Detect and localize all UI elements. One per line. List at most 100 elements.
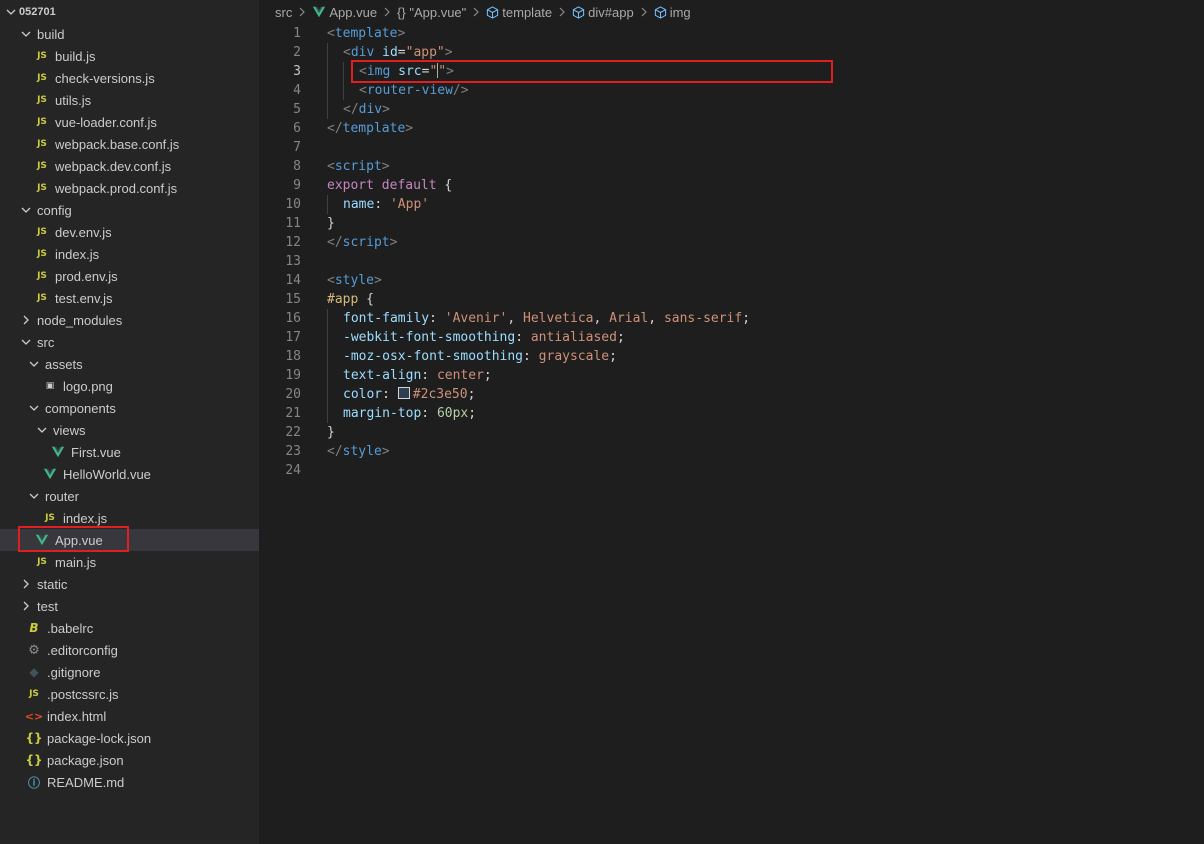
chevron-right-icon [639,7,649,17]
code-token: /> [452,83,469,98]
tree-item-label: .editorconfig [47,642,118,658]
code-token: color [343,387,383,402]
code-line[interactable]: 13 [260,252,1204,271]
folder-item[interactable]: static [0,573,259,595]
folder-item[interactable]: config [0,199,259,221]
code-line[interactable]: 21 margin-top: 60px; [260,404,1204,423]
code-line[interactable]: 14 <style> [260,271,1204,290]
line-number: 23 [285,444,301,459]
file-item[interactable]: ⓘ README.md [0,771,259,793]
folder-item[interactable]: components [0,397,259,419]
code-text: <img src=""> [359,62,454,81]
file-item[interactable]: {} package.json [0,749,259,771]
js-file-icon: JS [29,689,39,699]
code-line[interactable]: 9 export default { [260,176,1204,195]
code-line[interactable]: 15 #app { [260,290,1204,309]
file-item[interactable]: JS build.js [0,45,259,67]
folder-item[interactable]: build [0,23,259,45]
file-item[interactable]: {} package-lock.json [0,727,259,749]
code-text: <style> [327,271,382,290]
indent-guide [327,62,328,81]
code-text: text-align: center; [343,366,492,385]
file-item[interactable]: JS vue-loader.conf.js [0,111,259,133]
code-line[interactable]: 18 -moz-osx-font-smoothing: grayscale; [260,347,1204,366]
code-line[interactable]: 17 -webkit-font-smoothing: antialiased; [260,328,1204,347]
file-item[interactable]: App.vue [0,529,259,551]
file-item[interactable]: JS prod.env.js [0,265,259,287]
folder-item[interactable]: assets [0,353,259,375]
code-line[interactable]: 4 <router-view/> [260,81,1204,100]
file-item[interactable]: JS webpack.dev.conf.js [0,155,259,177]
code-editor[interactable]: 1 <template> 2 <div id="app"> 3 <img src=""> 4… [260,24,1204,844]
file-item[interactable]: JS webpack.base.conf.js [0,133,259,155]
code-line[interactable]: 6 </template> [260,119,1204,138]
folder-item[interactable]: node_modules [0,309,259,331]
file-item[interactable]: HelloWorld.vue [0,463,259,485]
code-line[interactable]: 22} [260,423,1204,442]
js-file-icon: JS [37,183,47,193]
code-line[interactable]: 5 </div> [260,100,1204,119]
js-file-icon: JS [37,95,47,105]
code-token: -moz-osx-font-smoothing [343,349,524,364]
code-token: < [359,64,367,79]
folder-item[interactable]: router [0,485,259,507]
file-item[interactable]: JS index.js [0,507,259,529]
file-item[interactable]: JS test.env.js [0,287,259,309]
code-token: " [429,64,438,79]
file-item[interactable]: First.vue [0,441,259,463]
file-item[interactable]: JS index.js [0,243,259,265]
breadcrumb-item[interactable]: {} "App.vue" [397,5,466,20]
gear-icon: ⚙ [28,642,40,658]
file-item[interactable]: ◆ .gitignore [0,661,259,683]
code-token: " [438,64,447,79]
breadcrumb-item[interactable]: img [654,5,691,20]
code-token: font-family [343,311,430,326]
file-item[interactable]: JS dev.env.js [0,221,259,243]
folder-item[interactable]: views [0,419,259,441]
code-token: < [343,45,351,60]
tree-item-label: node_modules [37,312,123,328]
code-line[interactable]: 23 </style> [260,442,1204,461]
breadcrumb-label: template [502,4,553,20]
folder-item[interactable]: src [0,331,259,353]
tree-item-label: utils.js [55,92,92,108]
code-line[interactable]: 8 <script> [260,157,1204,176]
code-line[interactable]: 24 [260,461,1204,480]
tree-item-label: .postcssrc.js [47,686,119,702]
code-token: : [382,387,398,402]
code-line[interactable]: 12 </script> [260,233,1204,252]
code-line[interactable]: 10 name: 'App' [260,195,1204,214]
code-line[interactable]: 2 <div id="app"> [260,43,1204,62]
breadcrumb-item[interactable]: div#app [572,5,634,20]
code-line[interactable]: 11} [260,214,1204,233]
file-item[interactable]: <> index.html [0,705,259,727]
file-item[interactable]: JS main.js [0,551,259,573]
file-item[interactable]: JS check-versions.js [0,67,259,89]
cube-icon [654,5,670,19]
file-item[interactable]: JS .postcssrc.js [0,683,259,705]
folder-item[interactable]: test [0,595,259,617]
explorer-root[interactable]: 052701 [0,1,259,23]
file-item[interactable]: B .babelrc [0,617,259,639]
code-line[interactable]: 20 color: #2c3e50; [260,385,1204,404]
file-item[interactable]: ⚙ .editorconfig [0,639,259,661]
breadcrumb-item[interactable]: src [275,5,292,20]
tree-item-label: index.js [63,510,108,526]
code-line[interactable]: 1 <template> [260,24,1204,43]
code-line[interactable]: 7 [260,138,1204,157]
breadcrumb-label: App.vue [329,4,378,20]
chevron-down-icon [26,400,42,416]
file-item[interactable]: JS webpack.prod.conf.js [0,177,259,199]
file-item[interactable]: JS utils.js [0,89,259,111]
code-token: < [359,83,367,98]
code-line[interactable]: 19 text-align: center; [260,366,1204,385]
file-item[interactable]: ▣ logo.png [0,375,259,397]
code-line[interactable]: 3 <img src=""> [260,62,1204,81]
breadcrumb-item[interactable]: template [486,5,552,20]
line-number: 7 [293,140,301,155]
breadcrumb-item[interactable]: App.vue [312,5,377,20]
code-line[interactable]: 16 font-family: 'Avenir', Helvetica, Aria… [260,309,1204,328]
code-text: } [327,214,335,233]
